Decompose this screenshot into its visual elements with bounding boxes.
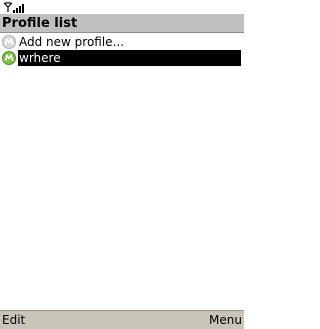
softkey-bar: Edit Menu bbox=[0, 310, 244, 329]
list-item-wrhere[interactable]: wrhere bbox=[0, 50, 244, 66]
menu-softkey[interactable]: Menu bbox=[209, 312, 242, 328]
title-bar: Profile list bbox=[0, 14, 244, 33]
list-item-label: wrhere bbox=[18, 50, 241, 66]
signal-strength-icon bbox=[13, 4, 24, 13]
page-title: Profile list bbox=[2, 16, 78, 31]
profile-list: Add new profile... wrhere bbox=[0, 33, 244, 66]
profile-icon bbox=[2, 51, 16, 65]
edit-softkey[interactable]: Edit bbox=[2, 312, 25, 328]
list-item-add-new-profile[interactable]: Add new profile... bbox=[0, 34, 244, 50]
status-bar bbox=[0, 0, 244, 14]
profile-icon bbox=[2, 35, 16, 49]
antenna-icon bbox=[3, 2, 13, 12]
phone-screen: Profile list Add new profile... wrhere E… bbox=[0, 0, 244, 329]
list-item-label: Add new profile... bbox=[19, 35, 125, 49]
